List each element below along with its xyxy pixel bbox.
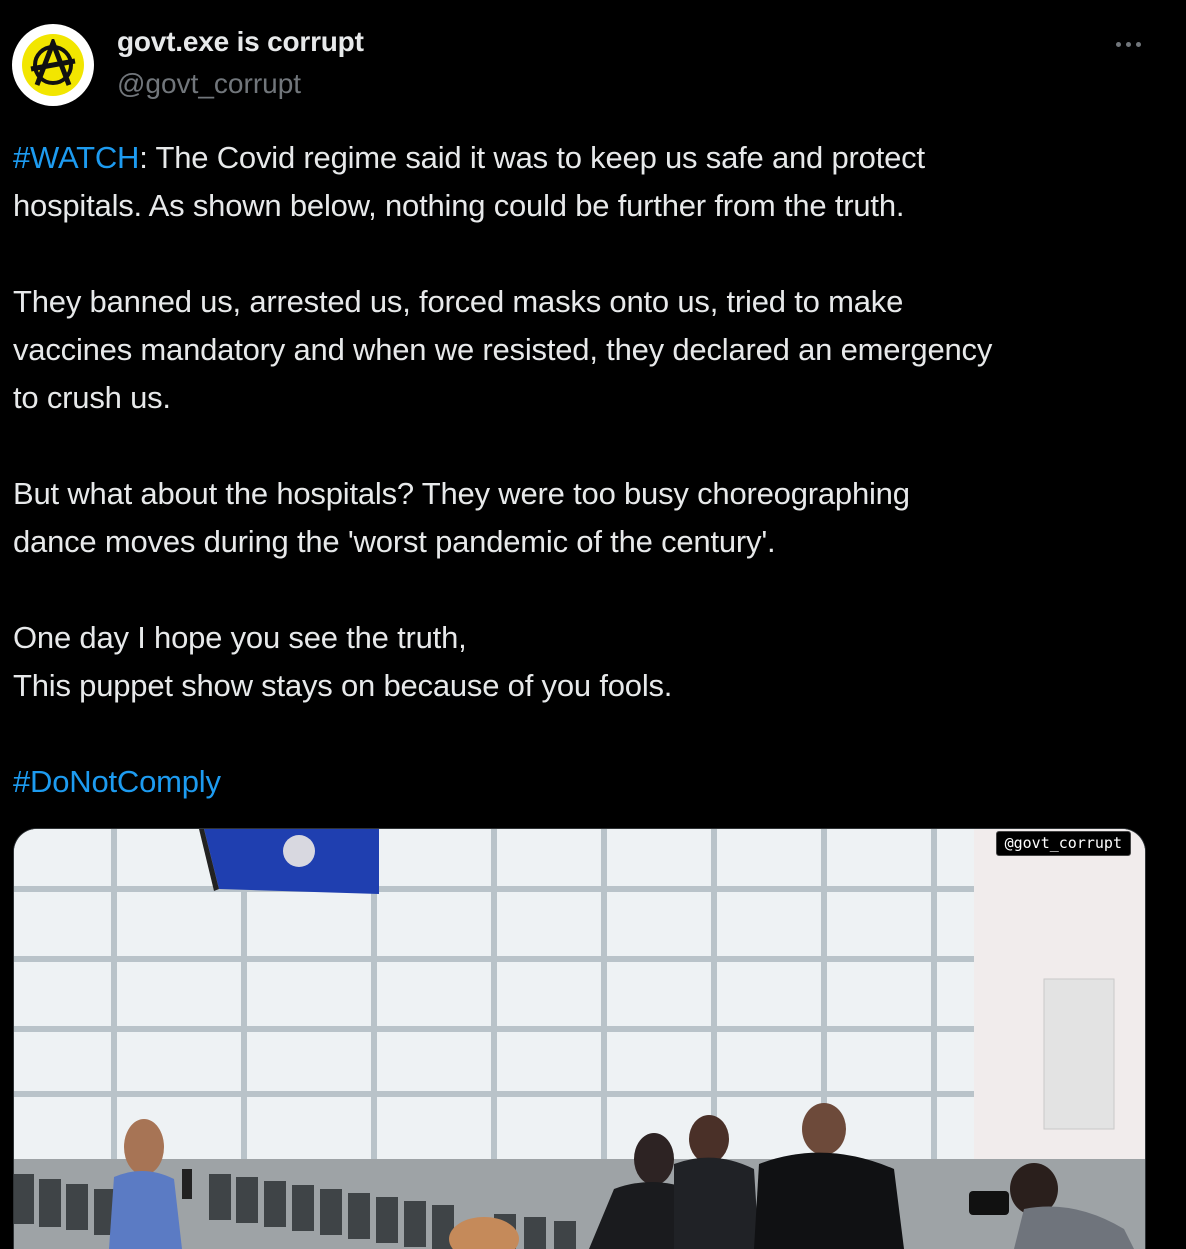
text-line: to crush us. [13,380,171,415]
author-handle[interactable]: @govt_corrupt [117,68,301,100]
text-line: dance moves during the 'worst pandemic o… [13,524,776,559]
paragraph-5: #DoNotComply [13,758,1163,806]
tweet-text: #WATCH: The Covid regime said it was to … [13,134,1163,854]
author-display-name[interactable]: govt.exe is corrupt [117,26,364,58]
avatar[interactable] [12,24,94,106]
text-line: vaccines mandatory and when we resisted,… [13,332,993,367]
text-line: hospitals. As shown below, nothing could… [13,188,905,223]
more-options-button[interactable] [1104,28,1152,60]
paragraph-4: One day I hope you see the truth, This p… [13,614,1163,710]
paragraph-2: They banned us, arrested us, forced mask… [13,278,1163,422]
text-line: One day I hope you see the truth, [13,620,467,655]
text-line: : The Covid regime said it was to keep u… [139,140,925,175]
video-frame [14,829,1145,1249]
video-media[interactable]: @govt_corrupt [13,828,1146,1249]
anarchy-logo-icon [22,34,84,96]
hashtag-watch-link[interactable]: #WATCH [13,140,139,175]
video-watermark: @govt_corrupt [995,831,1131,856]
text-line: But what about the hospitals? They were … [13,476,910,511]
text-line: This puppet show stays on because of you… [13,668,673,703]
paragraph-1: #WATCH: The Covid regime said it was to … [13,134,1163,230]
hashtag-donotcomply-link[interactable]: #DoNotComply [13,758,1163,806]
tweet: govt.exe is corrupt @govt_corrupt #WATCH… [0,0,1186,1249]
paragraph-3: But what about the hospitals? They were … [13,470,1163,566]
text-line: They banned us, arrested us, forced mask… [13,284,904,319]
ellipsis-icon [1115,41,1121,47]
